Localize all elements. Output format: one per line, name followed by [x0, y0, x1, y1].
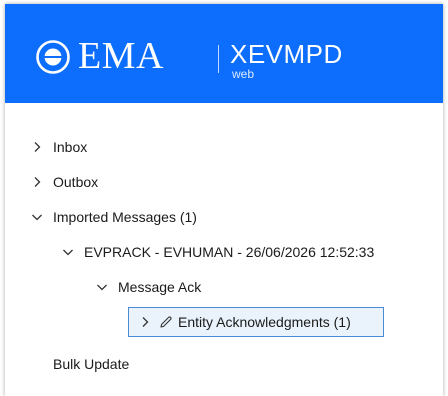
- tree-item-message-ack[interactable]: Message Ack: [95, 275, 201, 299]
- tree-item-label: Outbox: [53, 174, 99, 190]
- chevron-down-icon[interactable]: [95, 280, 109, 294]
- tree-item-imported-messages[interactable]: Imported Messages (1): [30, 205, 197, 229]
- chevron-down-icon[interactable]: [30, 210, 44, 224]
- header-divider: [218, 45, 219, 73]
- tree-item-label: Bulk Update: [53, 356, 130, 372]
- tree-item-label: Imported Messages (1): [53, 209, 197, 225]
- chevron-right-icon[interactable]: [30, 140, 44, 154]
- tree-item-entity-acknowledgments[interactable]: Entity Acknowledgments (1): [128, 307, 384, 337]
- navigation-panel: EMA XEVMPD web Inbox Outbox Imported Mes…: [5, 4, 443, 396]
- product-name: XEVMPD: [230, 39, 343, 69]
- chevron-right-icon[interactable]: [138, 315, 152, 329]
- tree-item-bulk-update[interactable]: Bulk Update: [53, 352, 129, 376]
- brand-name: EMA: [78, 35, 164, 77]
- product-subtitle: web: [232, 67, 255, 81]
- ema-logo-icon: [36, 40, 70, 74]
- pencil-icon: [158, 314, 174, 330]
- tree-item-message-batch[interactable]: EVPRACK - EVHUMAN - 26/06/2026 12:52:33: [61, 240, 374, 264]
- tree-item-inbox[interactable]: Inbox: [30, 135, 87, 159]
- chevron-down-icon[interactable]: [61, 245, 75, 259]
- tree-item-outbox[interactable]: Outbox: [30, 170, 98, 194]
- tree-item-label: Inbox: [53, 139, 88, 155]
- chevron-right-icon[interactable]: [30, 175, 44, 189]
- tree-item-label: EVPRACK - EVHUMAN - 26/06/2026 12:52:33: [84, 244, 375, 260]
- tree-item-label: Entity Acknowledgments (1): [178, 314, 351, 330]
- tree-item-label: Message Ack: [118, 279, 202, 295]
- app-header: EMA XEVMPD web: [5, 4, 443, 103]
